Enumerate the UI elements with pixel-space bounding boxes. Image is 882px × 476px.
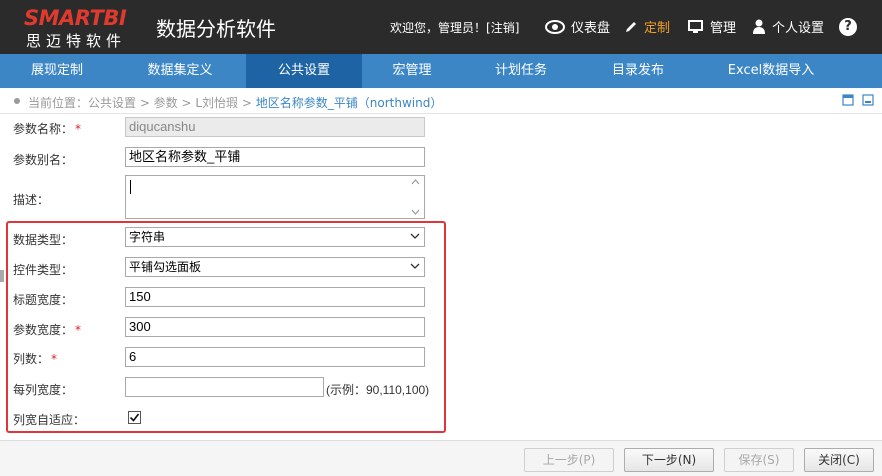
action-bar: 上一步(P) 下一步(N) 保存(S) 关闭(C) [0, 440, 882, 476]
personal-settings-label: 个人设置 [772, 21, 825, 36]
side-collapse-handle[interactable] [0, 270, 4, 282]
param-alias-input[interactable]: 地区名称参数_平铺 [125, 147, 425, 167]
dashboard-menu[interactable]: 仪表盘 [545, 17, 610, 36]
tab-scheduled-tasks[interactable]: 计划任务 [462, 54, 580, 88]
close-button[interactable]: 关闭(C) [804, 448, 874, 472]
tab-display-custom[interactable]: 展现定制 [0, 54, 114, 88]
manage-label: 管理 [710, 21, 737, 36]
help-icon[interactable]: ? [839, 18, 857, 36]
monitor-icon [688, 19, 703, 33]
breadcrumb-path: 当前位置：公共设置 > 参数 > L刘怡瑕 > 地区名称参数_平铺（northw… [28, 96, 443, 110]
textarea-scrollbar[interactable] [407, 176, 424, 218]
scroll-up-icon[interactable] [411, 179, 420, 185]
main-nav: 展现定制 数据集定义 公共设置 宏管理 计划任务 目录发布 Excel数据导入 [0, 54, 882, 88]
save-button[interactable]: 保存(S) [724, 448, 794, 472]
welcome-text: 欢迎您，管理员！[注销] [390, 21, 520, 35]
logo-text: SMARTBI [24, 6, 127, 30]
breadcrumb: 当前位置：公共设置 > 参数 > L刘怡瑕 > 地区名称参数_平铺（northw… [0, 88, 882, 114]
breadcrumb-current: 地区名称参数_平铺（northwind） [255, 96, 443, 110]
minimize-icon[interactable] [862, 94, 874, 106]
description-label: 描述： [13, 193, 50, 207]
scroll-down-icon[interactable] [411, 209, 420, 215]
text-caret [130, 180, 131, 194]
tab-catalog-publish[interactable]: 目录发布 [580, 54, 696, 88]
tab-macro-manage[interactable]: 宏管理 [362, 54, 462, 88]
prev-button[interactable]: 上一步(P) [524, 448, 614, 472]
tab-excel-import[interactable]: Excel数据导入 [696, 54, 846, 88]
tab-dataset-define[interactable]: 数据集定义 [114, 54, 246, 88]
eye-icon [545, 19, 565, 34]
tab-public-settings[interactable]: 公共设置 [246, 54, 362, 88]
logout-link[interactable]: 注销 [491, 21, 515, 35]
highlight-frame [6, 221, 446, 433]
customize-label: 定制 [644, 21, 671, 36]
param-alias-label: 参数别名： [13, 153, 74, 167]
manage-menu[interactable]: 管理 [688, 17, 736, 36]
maximize-icon[interactable] [842, 94, 854, 106]
window-controls [842, 94, 874, 106]
param-name-input: diqucanshu [125, 117, 425, 137]
dashboard-label: 仪表盘 [571, 21, 611, 36]
user-icon [753, 19, 765, 34]
customize-menu[interactable]: 定制 [624, 17, 670, 36]
app-header: SMARTBI 思迈特软件 数据分析软件 欢迎您，管理员！[注销] 仪表盘 定制… [0, 0, 882, 54]
description-textarea[interactable] [125, 175, 425, 219]
next-button[interactable]: 下一步(N) [624, 448, 714, 472]
personal-settings-menu[interactable]: 个人设置 [752, 17, 824, 36]
bullet-icon [14, 98, 20, 104]
param-name-label: 参数名称： * [13, 122, 82, 136]
app-title: 数据分析软件 [156, 17, 276, 41]
pencil-icon [626, 21, 636, 32]
logo-subtext: 思迈特软件 [26, 32, 127, 50]
smartbi-logo: SMARTBI 思迈特软件 [24, 6, 142, 50]
